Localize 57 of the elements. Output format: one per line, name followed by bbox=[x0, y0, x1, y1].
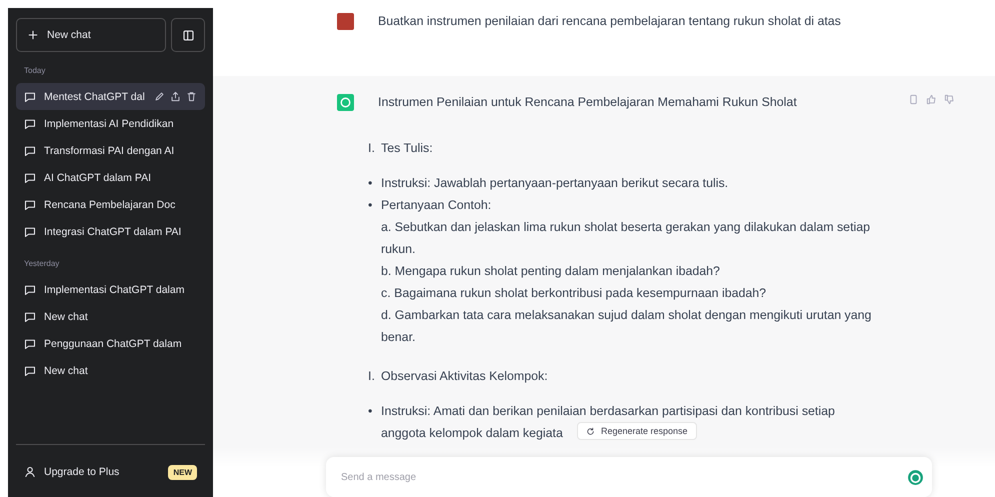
response-heading: Instrumen Penilaian untuk Rencana Pembelajaran Memahami Rukun Sholat bbox=[378, 94, 797, 111]
send-icon[interactable] bbox=[907, 468, 924, 486]
trash-icon[interactable] bbox=[186, 91, 197, 102]
question-text: a. Sebutkan dan jelaskan lima rukun sholat beserta gerakan yang dilakukan dalam setiap rukun. bbox=[381, 219, 872, 258]
question-text: b. Mengapa rukun sholat penting dalam menjalankan ibadah? bbox=[381, 263, 720, 280]
bullet-mark: • bbox=[368, 197, 374, 214]
thumbs-down-icon[interactable] bbox=[944, 94, 955, 105]
chat-history-item[interactable]: Integrasi ChatGPT dalam PAI bbox=[16, 218, 205, 245]
section-title: Observasi Aktivitas Kelompok: bbox=[381, 368, 548, 385]
share-icon[interactable] bbox=[170, 91, 181, 102]
chat-history-item[interactable]: Mentest ChatGPT dal bbox=[16, 83, 205, 110]
user-message: Buatkan instrumen penilaian dari rencana pembelajaran tentang rukun sholat di atas bbox=[378, 13, 841, 30]
sidebar-toggle-button[interactable] bbox=[171, 18, 205, 52]
chat-bubble-icon bbox=[24, 310, 36, 322]
panel-icon bbox=[182, 28, 194, 42]
chat-history-item[interactable]: Transformasi PAI dengan AI bbox=[16, 137, 205, 164]
new-chat-button[interactable]: New chat bbox=[16, 18, 166, 52]
thumbs-up-icon[interactable] bbox=[926, 94, 937, 105]
chat-bubble-icon bbox=[24, 284, 36, 296]
upgrade-button[interactable]: Upgrade to Plus NEW bbox=[16, 455, 205, 489]
regenerate-button[interactable]: Regenerate response bbox=[577, 422, 697, 440]
chat-history-item[interactable]: Implementasi AI Pendidikan bbox=[16, 110, 205, 137]
chat-bubble-icon bbox=[24, 226, 36, 238]
section-label: Yesterday bbox=[23, 258, 60, 270]
bullet-text: Instruksi: Amati dan berikan penilaian berdasarkan partisipasi dan kontribusi setiap bbox=[381, 403, 835, 420]
question-text: d. Gambarkan tata cara melaksanakan sujud dalam sholat dengan mengikuti urutan yang benar. bbox=[381, 307, 872, 346]
section-label: Today bbox=[23, 65, 46, 77]
plus-icon bbox=[27, 29, 39, 41]
chat-bubble-icon bbox=[24, 118, 36, 130]
pencil-icon[interactable] bbox=[154, 91, 165, 102]
section-title: Tes Tulis: bbox=[381, 140, 433, 157]
chat-history-item[interactable]: AI ChatGPT dalam PAI bbox=[16, 164, 205, 191]
question-text: c. Bagaimana rukun sholat berkontribusi pada kesempurnaan ibadah? bbox=[381, 285, 766, 302]
list-number: I. bbox=[368, 368, 376, 385]
chat-bubble-icon bbox=[24, 198, 36, 210]
chat-bubble-icon bbox=[24, 172, 36, 184]
user-avatar bbox=[337, 13, 354, 30]
assistant-avatar-icon bbox=[337, 94, 354, 111]
chat-history-item[interactable]: Penggunaan ChatGPT dalam bbox=[16, 330, 205, 357]
message-input-field[interactable]: Send a message bbox=[339, 470, 899, 484]
question-text: anggota kelompok dalam kegiata bbox=[381, 425, 563, 442]
bullet-text: Instruksi: Jawablah pertanyaan-pertanyaan berikut secara tulis. bbox=[381, 175, 728, 192]
chat-bubble-icon bbox=[24, 338, 36, 350]
chat-history-item[interactable]: Rencana Pembelajaran Doc bbox=[16, 191, 205, 218]
bullet-mark: • bbox=[368, 175, 374, 192]
user-icon bbox=[24, 466, 36, 478]
new-badge: NEW bbox=[168, 464, 197, 480]
bullet-mark: • bbox=[368, 403, 374, 420]
chat-bubble-icon bbox=[24, 364, 36, 376]
chat-history-item[interactable]: Implementasi ChatGPT dalam bbox=[16, 276, 205, 303]
chat-bubble-icon bbox=[24, 90, 36, 102]
chat-history-item[interactable]: New chat bbox=[16, 303, 205, 330]
chat-bubble-icon bbox=[24, 144, 36, 156]
bullet-text: Pertanyaan Contoh: bbox=[381, 197, 492, 214]
chat-history-item[interactable]: New chat bbox=[16, 357, 205, 384]
refresh-icon bbox=[586, 426, 595, 436]
list-number: I. bbox=[368, 140, 376, 157]
